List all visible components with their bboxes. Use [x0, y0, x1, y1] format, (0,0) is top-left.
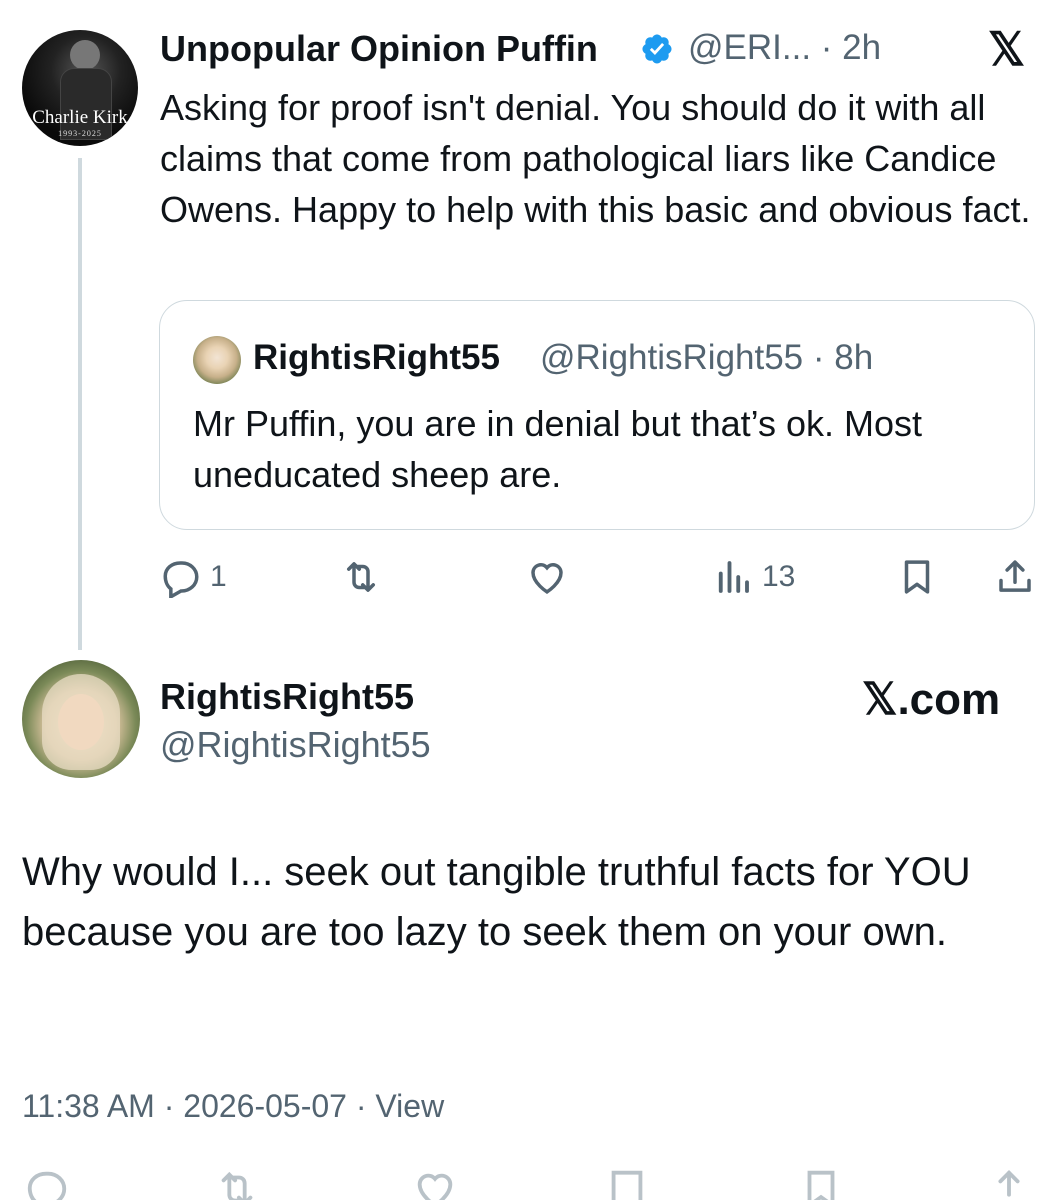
- post-time: · 2h: [820, 28, 882, 67]
- bookmark-icon: [807, 1170, 835, 1200]
- retweet-icon: [221, 1171, 253, 1200]
- verified-badge-icon: [642, 34, 672, 64]
- retweet-button[interactable]: [340, 552, 390, 602]
- share-icon: [998, 1169, 1020, 1197]
- bottom-retweet-button[interactable]: [214, 1166, 260, 1200]
- reply-icon: [163, 561, 199, 598]
- views-count: 13: [762, 560, 796, 593]
- share-button[interactable]: [994, 552, 1036, 602]
- heart-icon: [417, 1173, 453, 1200]
- author-handle-time[interactable]: @ERI... · 2h: [688, 28, 881, 68]
- views-icon: [611, 1170, 643, 1200]
- bottom-bookmark-button[interactable]: [798, 1166, 844, 1200]
- reply-count: 1: [210, 560, 227, 593]
- heart-icon: [531, 563, 563, 594]
- avatar-figure-head: [70, 40, 100, 70]
- bottom-share-button[interactable]: [986, 1166, 1032, 1200]
- avatar-caption: Charlie Kirk: [32, 107, 128, 128]
- x-com-brand: 𝕏.com: [862, 675, 1001, 724]
- bookmark-button[interactable]: [896, 552, 938, 602]
- reply-author-handle[interactable]: @RightisRight55: [160, 724, 431, 766]
- quoted-handle-time: @RightisRight55 · 8h: [540, 338, 873, 378]
- quoted-avatar[interactable]: [193, 336, 241, 384]
- author-name[interactable]: Unpopular Opinion Puffin: [160, 28, 598, 70]
- avatar-rightisright55[interactable]: [22, 660, 140, 778]
- reply-button[interactable]: 1: [160, 552, 227, 602]
- tweet-text: Asking for proof isn't denial. You shoul…: [160, 87, 1031, 230]
- avatar-years: 1993-2025: [58, 129, 102, 138]
- reply-meta[interactable]: 11:38 AM · 2026-05-07 · View: [22, 1088, 444, 1125]
- reply-icon: [27, 1171, 67, 1200]
- author-handle[interactable]: @ERI...: [688, 28, 811, 67]
- avatar-face: [58, 694, 104, 750]
- bottom-reply-button[interactable]: [24, 1166, 70, 1200]
- reply-author-name[interactable]: RightisRight55: [160, 676, 414, 718]
- thread-line: [78, 158, 82, 650]
- x-logo-icon[interactable]: 𝕏: [988, 26, 1025, 72]
- tweet-action-bar: 1 13: [160, 552, 1040, 602]
- quoted-author-handle: @RightisRight55: [540, 338, 804, 377]
- reply-text: Why would I... seek out tangible truthfu…: [22, 850, 971, 954]
- bottom-action-bar: [0, 1162, 1059, 1200]
- bottom-like-button[interactable]: [412, 1166, 458, 1200]
- avatar-puffin[interactable]: Charlie Kirk 1993-2025: [22, 30, 138, 146]
- views-button[interactable]: 13: [712, 552, 795, 602]
- share-icon: [999, 560, 1031, 592]
- quoted-time: · 8h: [812, 338, 874, 377]
- views-icon: [718, 561, 749, 593]
- quoted-author-name[interactable]: RightisRight55: [253, 338, 500, 378]
- like-button[interactable]: [526, 552, 576, 602]
- retweet-icon: [347, 562, 375, 592]
- bottom-views-button[interactable]: [604, 1166, 650, 1200]
- quoted-tweet-text: Mr Puffin, you are in denial but that’s …: [193, 403, 923, 495]
- bookmark-icon: [904, 560, 930, 594]
